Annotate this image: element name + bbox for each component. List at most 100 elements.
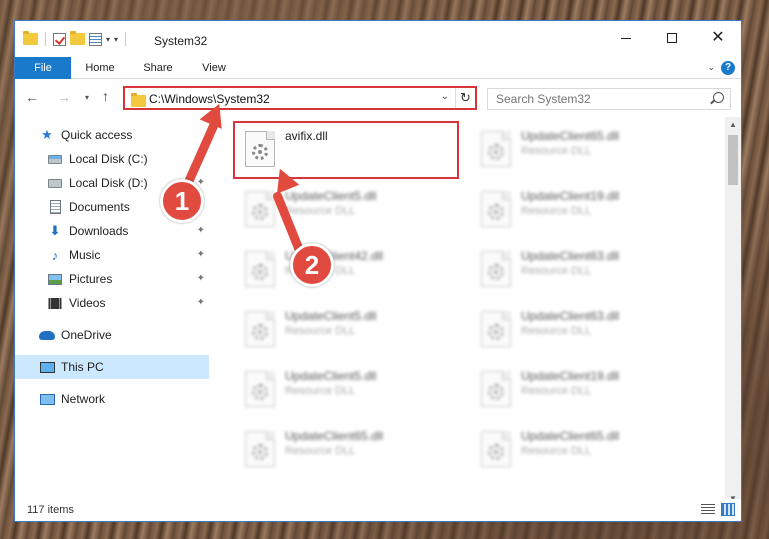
navigation-bar: ← → ▾ ↑ C:\Windows\System32 ⌄ ↻: [15, 83, 741, 113]
search-icon[interactable]: [713, 92, 724, 103]
file-type: Resource DLL: [521, 145, 592, 157]
step-2-marker: 2: [290, 243, 334, 287]
sidebar-item-music[interactable]: ♪ Music ✦: [15, 243, 209, 267]
pictures-icon: [47, 272, 63, 286]
properties-check-icon[interactable]: [53, 32, 66, 46]
tab-home[interactable]: Home: [77, 57, 123, 79]
new-folder-icon[interactable]: [70, 31, 85, 45]
sidebar-item-network[interactable]: Network: [15, 387, 209, 411]
sidebar-item-this-pc[interactable]: This PC: [15, 355, 209, 379]
search-box[interactable]: [487, 88, 731, 110]
scroll-thumb[interactable]: [728, 135, 738, 185]
quick-access-toolbar: ▾ ▾: [23, 31, 129, 46]
sidebar-item-label: Local Disk (C:): [69, 152, 148, 166]
close-button[interactable]: ✕: [695, 27, 741, 49]
tab-share[interactable]: Share: [135, 57, 181, 79]
file-tile[interactable]: UpdateClient63.dll Resource DLL: [471, 243, 691, 295]
sidebar-item-onedrive[interactable]: OneDrive: [15, 323, 209, 347]
local-disk-icon: [47, 176, 63, 190]
file-name: UpdateClient5.dll: [285, 189, 377, 203]
gear-icon: [488, 324, 504, 340]
sidebar-item-videos[interactable]: Videos ✦: [15, 291, 209, 315]
vertical-scrollbar[interactable]: ▲ ▼: [725, 117, 741, 507]
chevron-down-icon[interactable]: ⌄: [441, 91, 449, 102]
file-tile[interactable]: UpdateClient65.dll Resource DLL: [235, 423, 455, 475]
gear-icon: [252, 204, 268, 220]
file-name: UpdateClient19.dll: [521, 189, 620, 203]
folder-icon: [131, 93, 146, 107]
file-name: UpdateClient65.dll: [521, 129, 620, 143]
sidebar-item-label: Videos: [69, 296, 106, 310]
recent-locations-icon[interactable]: ▾: [85, 93, 89, 102]
videos-icon: [47, 296, 63, 310]
file-type: Resource DLL: [521, 205, 592, 217]
gear-icon: [252, 384, 268, 400]
file-type: Resource DLL: [521, 265, 592, 277]
forward-button[interactable]: →: [57, 89, 71, 105]
help-icon[interactable]: ?: [721, 61, 735, 75]
dll-file-icon: [481, 131, 511, 167]
address-bar[interactable]: C:\Windows\System32 ⌄ ↻: [123, 86, 477, 110]
scroll-up-icon[interactable]: ▲: [725, 117, 741, 133]
title-bar: ▾ ▾ System32 ✕: [15, 21, 741, 53]
file-tile[interactable]: UpdateClient5.dll Resource DLL: [235, 303, 455, 355]
pin-icon[interactable]: ✦: [197, 273, 205, 284]
search-input[interactable]: [488, 89, 688, 109]
gear-icon: [252, 144, 268, 160]
file-tile[interactable]: UpdateClient65.dll Resource DLL: [471, 423, 691, 475]
file-type: Resource DLL: [285, 385, 356, 397]
sidebar-item-pictures[interactable]: Pictures ✦: [15, 267, 209, 291]
file-name: UpdateClient65.dll: [285, 429, 384, 443]
file-type: Resource DLL: [521, 325, 592, 337]
dll-file-icon: [245, 431, 275, 467]
file-tile[interactable]: UpdateClient42.dll Resource DLL: [235, 243, 455, 295]
sidebar-item-quick-access[interactable]: ★ Quick access: [15, 123, 209, 147]
chevron-down-icon[interactable]: ▾: [106, 35, 110, 44]
tab-file[interactable]: File: [15, 57, 71, 79]
documents-icon: [47, 200, 63, 214]
file-tile[interactable]: UpdateClient65.dll Resource DLL: [471, 123, 691, 175]
dll-file-icon: [481, 431, 511, 467]
dll-file-icon: [245, 311, 275, 347]
file-type: Resource DLL: [521, 445, 592, 457]
file-tile[interactable]: UpdateClient63.dll Resource DLL: [471, 303, 691, 355]
properties-icon[interactable]: [89, 32, 102, 46]
pin-icon[interactable]: ✦: [197, 225, 205, 236]
customize-toolbar-icon[interactable]: ▾: [114, 35, 118, 44]
pin-icon[interactable]: ✦: [197, 249, 205, 260]
file-tile-avifix[interactable]: avifix.dll: [233, 121, 459, 179]
gear-icon: [252, 444, 268, 460]
file-name: UpdateClient5.dll: [285, 369, 377, 383]
file-name: UpdateClient19.dll: [521, 369, 620, 383]
gear-icon: [488, 444, 504, 460]
large-icons-view-icon[interactable]: [721, 503, 735, 516]
minimize-button[interactable]: [603, 27, 649, 49]
file-tile[interactable]: UpdateClient5.dll Resource DLL: [235, 363, 455, 415]
sidebar-item-label: OneDrive: [61, 328, 112, 342]
toolbar-divider: [45, 32, 46, 46]
file-tile[interactable]: UpdateClient19.dll Resource DLL: [471, 183, 691, 235]
expand-ribbon-icon[interactable]: ⌄: [707, 62, 715, 73]
dll-file-icon: [245, 191, 275, 227]
dll-file-icon: [481, 251, 511, 287]
music-icon: ♪: [51, 247, 59, 263]
pin-icon[interactable]: ✦: [197, 297, 205, 308]
file-tile[interactable]: UpdateClient5.dll Resource DLL: [235, 183, 455, 235]
up-button[interactable]: ↑: [102, 88, 109, 104]
minimize-icon: [621, 37, 631, 39]
refresh-button[interactable]: ↻: [455, 88, 475, 108]
maximize-button[interactable]: [649, 27, 695, 49]
file-name: UpdateClient65.dll: [521, 429, 620, 443]
back-button[interactable]: ←: [25, 89, 39, 105]
sidebar-item-local-disk-c[interactable]: Local Disk (C:): [15, 147, 209, 171]
status-bar: 117 items: [15, 499, 741, 521]
this-pc-icon: [39, 360, 55, 374]
sidebar-item-label: Downloads: [69, 224, 129, 238]
file-tile[interactable]: UpdateClient19.dll Resource DLL: [471, 363, 691, 415]
maximize-icon: [667, 33, 677, 43]
details-view-icon[interactable]: [701, 504, 715, 515]
tab-view[interactable]: View: [191, 57, 237, 79]
file-type: Resource DLL: [285, 325, 356, 337]
step-1-marker: 1: [160, 179, 204, 223]
sidebar-item-label: This PC: [61, 360, 104, 374]
